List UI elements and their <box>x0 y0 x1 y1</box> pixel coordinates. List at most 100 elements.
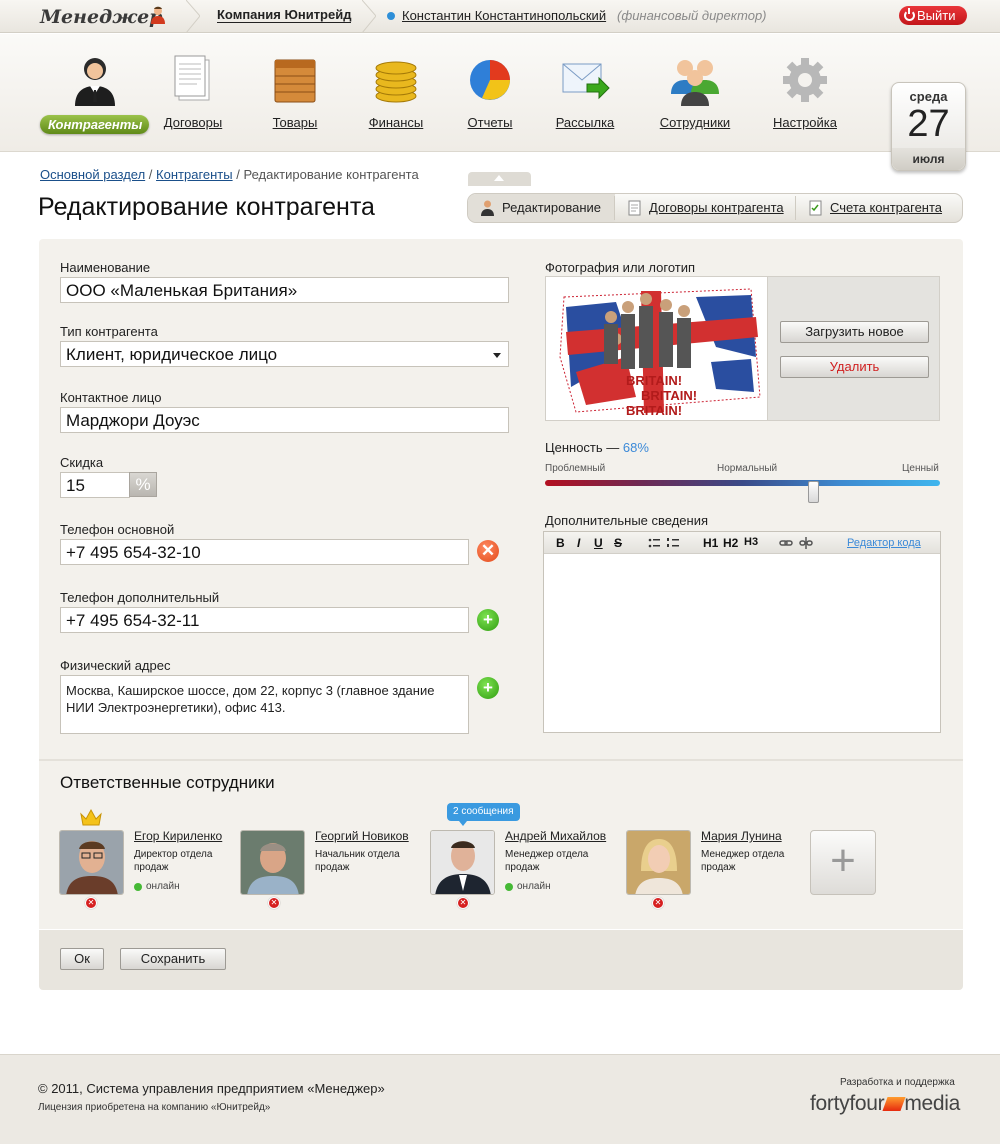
tab-label: Редактирование <box>502 200 602 215</box>
photo-area: BRITAIN! BRITAIN! BRITAIN! Загрузить нов… <box>545 276 940 421</box>
nav-item-contracts[interactable]: Договоры <box>160 54 226 130</box>
online-status: онлайн <box>134 881 180 892</box>
h2-button[interactable]: H2 <box>723 536 738 550</box>
name-field[interactable]: ООО «Маленькая Британия» <box>60 277 509 303</box>
nav-item-mailing[interactable]: Рассылка <box>553 54 617 130</box>
code-editor-link[interactable]: Редактор кода <box>847 537 921 549</box>
logout-button[interactable]: Выйти <box>899 6 967 25</box>
page-title: Редактирование контрагента <box>38 193 375 221</box>
value-slider-track[interactable] <box>545 480 940 486</box>
current-user-link[interactable]: Константин Константинопольский <box>402 8 606 23</box>
phone-extra-label: Телефон дополнительный <box>60 590 220 605</box>
underline-button[interactable]: U <box>594 536 603 550</box>
add-phone-button[interactable]: + <box>477 609 499 631</box>
tab-edit[interactable]: Редактирование <box>468 194 615 222</box>
employee-photo <box>241 831 304 894</box>
contact-field[interactable]: Марджори Доуэс <box>60 407 509 433</box>
nav-item-reports[interactable]: Отчеты <box>462 54 518 130</box>
employee-photo <box>60 831 123 894</box>
employee-name-link[interactable]: Андрей Михайлов <box>505 829 606 843</box>
add-employee-button[interactable]: + <box>810 830 876 895</box>
online-status: онлайн <box>505 881 551 892</box>
tab-invoices[interactable]: Счета контрагента <box>796 194 962 222</box>
image-caption: BRITAIN! <box>641 388 697 403</box>
company-link[interactable]: Компания Юнитрейд <box>217 8 352 23</box>
app-logo[interactable]: Менеджер <box>40 6 162 28</box>
avatar[interactable] <box>240 830 305 895</box>
upload-photo-button[interactable]: Загрузить новое <box>780 321 929 343</box>
remove-phone-button[interactable]: ✕ <box>477 540 499 562</box>
numbered-list-icon[interactable] <box>667 537 679 549</box>
value-slider-handle[interactable] <box>808 481 819 503</box>
ok-button[interactable]: Ок <box>60 948 104 970</box>
main-nav: Контрагенты Договоры Товары Финансы Отче… <box>0 34 1000 186</box>
employee-post: Менеджер отдела продаж <box>505 849 589 873</box>
bold-button[interactable]: B <box>556 536 565 550</box>
add-address-button[interactable]: + <box>477 677 499 699</box>
discount-field[interactable]: 15 <box>60 472 130 498</box>
bullet-list-icon[interactable] <box>648 537 660 549</box>
online-status-dot <box>387 12 395 20</box>
calendar-day: 27 <box>907 103 950 145</box>
phone-main-field[interactable]: +7 495 654-32-10 <box>60 539 469 565</box>
breadcrumb-section-link[interactable]: Контрагенты <box>156 167 233 182</box>
contact-label: Контактное лицо <box>60 390 162 405</box>
tab-label: Договоры контрагента <box>649 200 784 215</box>
license-note: Лицензия приобретена на компанию «Юнитре… <box>38 1102 271 1113</box>
messages-badge[interactable]: 2 сообщения <box>447 803 520 826</box>
nav-item-finance[interactable]: Финансы <box>366 54 426 130</box>
delete-photo-button[interactable]: Удалить <box>780 356 929 378</box>
h3-button[interactable]: H3 <box>744 536 758 548</box>
phone-extra-field[interactable]: +7 495 654-32-11 <box>60 607 469 633</box>
strike-button[interactable]: S <box>614 536 622 550</box>
tab-contracts[interactable]: Договоры контрагента <box>615 194 796 222</box>
separator <box>186 0 200 33</box>
employee-name-link[interactable]: Георгий Новиков <box>315 829 409 843</box>
nav-item-contractors[interactable]: Контрагенты <box>40 54 149 134</box>
avatar[interactable] <box>430 830 495 895</box>
nav-label: Товары <box>272 115 318 130</box>
tab-bar: Редактирование Договоры контрагента Счет… <box>467 193 963 223</box>
address-label: Физический адрес <box>60 658 171 673</box>
name-label: Наименование <box>60 260 151 275</box>
employee-name-link[interactable]: Егор Кириленко <box>134 829 222 843</box>
avatar[interactable] <box>626 830 691 895</box>
avatar[interactable] <box>59 830 124 895</box>
calendar-weekday: среда <box>909 89 948 104</box>
save-button[interactable]: Сохранить <box>120 948 226 970</box>
remove-employee-button[interactable]: ✕ <box>268 897 280 909</box>
nav-item-settings[interactable]: Настройка <box>771 54 839 130</box>
brand-right: media <box>904 1092 961 1115</box>
document-icon <box>174 55 210 101</box>
nav-collapse-tab[interactable] <box>468 172 531 186</box>
remove-employee-button[interactable]: ✕ <box>652 897 664 909</box>
italic-button[interactable]: I <box>577 536 580 550</box>
nav-label: Контрагенты <box>40 115 149 134</box>
nav-item-goods[interactable]: Товары <box>266 54 324 130</box>
photo-label: Фотография или логотип <box>545 260 696 275</box>
unlink-icon[interactable] <box>799 537 813 549</box>
remove-employee-button[interactable]: ✕ <box>457 897 469 909</box>
date-widget: среда 27 июля <box>891 82 966 171</box>
type-select[interactable]: Клиент, юридическое лицо <box>60 341 509 367</box>
employee-name-link[interactable]: Мария Лунина <box>701 829 782 843</box>
user-role: (финансовый директор) <box>617 8 767 23</box>
separator <box>362 0 376 33</box>
gear-icon <box>783 58 827 102</box>
breadcrumb-root-link[interactable]: Основной раздел <box>40 167 145 182</box>
top-bar: Менеджер Компания Юнитрейд Константин Ко… <box>0 0 1000 33</box>
checklist-icon <box>809 200 822 216</box>
link-icon[interactable] <box>779 537 793 549</box>
h1-button[interactable]: H1 <box>703 536 718 550</box>
extra-info-editor[interactable]: B I U S H1 H2 H3 Редактор кода <box>543 531 941 733</box>
nav-label: Настройка <box>773 115 837 130</box>
nav-item-employees[interactable]: Сотрудники <box>656 54 734 130</box>
brand-mark-icon <box>882 1097 906 1111</box>
document-icon <box>628 200 641 216</box>
image-caption: BRITAIN! <box>626 403 682 418</box>
employee-photo <box>431 831 494 894</box>
remove-employee-button[interactable]: ✕ <box>85 897 97 909</box>
nav-label: Сотрудники <box>659 115 731 130</box>
address-field[interactable]: Москва, Каширское шоссе, дом 22, корпус … <box>60 675 469 734</box>
developer-logo[interactable]: fortyfour media <box>810 1092 960 1116</box>
